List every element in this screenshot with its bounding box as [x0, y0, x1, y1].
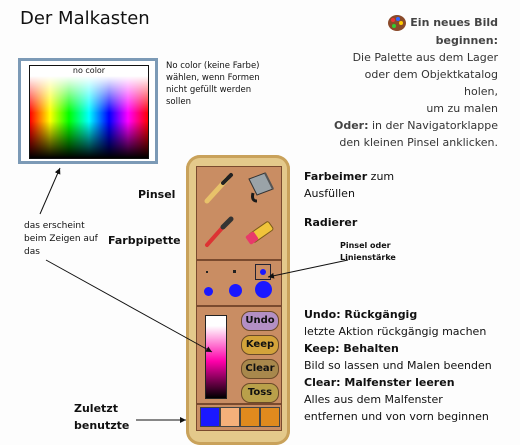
- arrow-to-strip: [45, 259, 213, 353]
- arrow-to-palette: [39, 167, 61, 215]
- annotation-arrows: [39, 167, 349, 423]
- arrow-to-size: [267, 259, 349, 279]
